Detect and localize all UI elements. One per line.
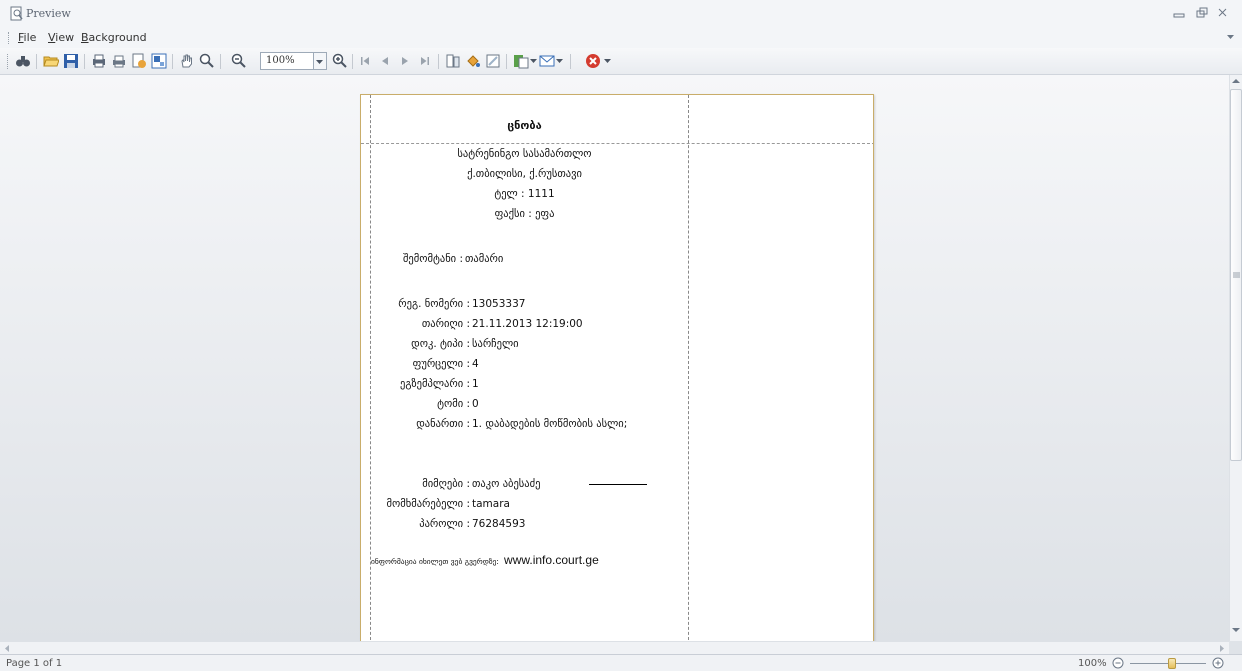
- document-page: ცნობა სატრენინგო სასამართლო ქ.თბილისი, ქ…: [360, 94, 874, 654]
- toolbar-separator: [570, 54, 571, 69]
- window-title: Preview: [26, 7, 71, 20]
- scrollbar-thumb[interactable]: [1230, 89, 1242, 461]
- submitter-value: თამარი: [465, 253, 504, 265]
- field-label: დანართი :: [416, 418, 470, 430]
- info-url: www.info.court.ge: [504, 553, 599, 567]
- field-value: 13053337: [472, 298, 526, 310]
- field-label: ეგზემპლარი :: [399, 378, 470, 390]
- restore-icon[interactable]: [1192, 5, 1210, 21]
- zoom-slider-thumb[interactable]: [1168, 658, 1176, 669]
- minimize-icon[interactable]: [1170, 5, 1188, 21]
- scroll-down-icon[interactable]: [1232, 627, 1240, 633]
- last-page-icon[interactable]: [416, 52, 434, 70]
- title-bar: Preview: [0, 0, 1242, 28]
- submitter-label: შემომტანი :: [403, 253, 463, 265]
- toolbar-separator: [220, 54, 221, 69]
- field-value: 1. დაბადების მოწმობის ასლი;: [472, 418, 628, 430]
- menu-background[interactable]: Background: [81, 31, 147, 44]
- field-label: დოკ. ტიპი :: [411, 338, 470, 350]
- zoom-input[interactable]: 100%: [260, 52, 314, 70]
- preview-workspace[interactable]: ცნობა სატრენინგო სასამართლო ქ.თბილისი, ქ…: [0, 75, 1229, 654]
- multiple-pages-icon[interactable]: [444, 52, 462, 70]
- grip-icon: [1233, 272, 1240, 278]
- court-fax: ფაქსი : ეფა: [494, 208, 555, 220]
- zoom-dropdown-button[interactable]: [314, 52, 327, 70]
- page-divider: [688, 95, 689, 653]
- receiver-label: მიმღები :: [422, 478, 470, 490]
- status-bar: Page 1 of 1 100%: [0, 654, 1242, 671]
- scroll-up-icon[interactable]: [1232, 78, 1240, 84]
- zoom-out-icon[interactable]: [230, 52, 248, 70]
- next-page-icon[interactable]: [396, 52, 414, 70]
- menu-view[interactable]: View: [48, 31, 74, 44]
- password-value: 76284593: [472, 518, 526, 530]
- open-folder-icon[interactable]: [42, 52, 60, 70]
- user-label: მომხმარებელი :: [386, 498, 470, 510]
- page-indicator: Page 1 of 1: [6, 658, 63, 669]
- field-label: ფურცელი :: [412, 358, 470, 370]
- toolbar-separator: [506, 54, 507, 69]
- find-icon[interactable]: [14, 52, 32, 70]
- password-label: პაროლი :: [419, 518, 470, 530]
- header-divider: [361, 143, 873, 144]
- field-label: თარიღი :: [421, 318, 470, 330]
- menu-overflow-icon[interactable]: [1227, 34, 1234, 40]
- save-icon[interactable]: [62, 52, 80, 70]
- zoom-in-circle-icon[interactable]: [1212, 657, 1224, 669]
- zoom-level: 100%: [1078, 658, 1107, 669]
- close-preview-icon[interactable]: [584, 52, 602, 70]
- menu-bar: File View Background: [0, 28, 1242, 48]
- email-dropdown-icon[interactable]: [554, 52, 564, 70]
- user-value: tamara: [472, 498, 510, 510]
- court-address: ქ.თბილისი, ქ.რუსთავი: [467, 168, 582, 180]
- signature-line: [589, 484, 647, 485]
- field-value: 0: [472, 398, 479, 410]
- zoom-in-icon[interactable]: [331, 52, 349, 70]
- paint-bucket-icon[interactable]: [464, 52, 482, 70]
- field-label: რეგ. ნომერი :: [398, 298, 470, 310]
- zoom-out-circle-icon[interactable]: [1112, 657, 1124, 669]
- print-setup-icon[interactable]: [90, 52, 108, 70]
- info-line: ინფორმაცია იხილეთ ვებ გვერდზე: www.info.…: [371, 549, 599, 568]
- field-value: 21.11.2013 12:19:00: [472, 318, 583, 330]
- hand-tool-icon[interactable]: [178, 52, 196, 70]
- toolbar-separator: [172, 54, 173, 69]
- page-setup-icon[interactable]: [130, 52, 148, 70]
- field-value: სარჩელი: [472, 338, 519, 350]
- toolbar-separator: [438, 54, 439, 69]
- info-prefix: ინფორმაცია იხილეთ ვებ გვერდზე:: [371, 557, 499, 566]
- toolbar-grip: [7, 54, 8, 69]
- field-value: 1: [472, 378, 479, 390]
- export-dropdown-icon[interactable]: [528, 52, 538, 70]
- chevron-down-icon: [316, 60, 323, 64]
- scroll-left-icon[interactable]: [4, 645, 10, 652]
- scale-icon[interactable]: [150, 52, 168, 70]
- print-icon[interactable]: [110, 52, 128, 70]
- vertical-scrollbar[interactable]: [1229, 75, 1242, 641]
- toolbar-overflow-icon[interactable]: [602, 52, 612, 70]
- toolbar-separator: [36, 54, 37, 69]
- horizontal-scrollbar[interactable]: [0, 641, 1229, 654]
- close-window-icon[interactable]: [1214, 5, 1232, 21]
- first-page-icon[interactable]: [356, 52, 374, 70]
- field-value: 4: [472, 358, 479, 370]
- magnifier-icon[interactable]: [198, 52, 216, 70]
- menu-file[interactable]: File: [18, 31, 36, 44]
- toolbar-separator: [352, 54, 353, 69]
- field-label: ტომი :: [437, 398, 470, 410]
- toolbar: [0, 48, 1242, 75]
- watermark-icon[interactable]: [484, 52, 502, 70]
- scroll-right-icon[interactable]: [1219, 645, 1225, 652]
- previous-page-icon[interactable]: [376, 52, 394, 70]
- toolbar-separator: [84, 54, 85, 69]
- document-heading: ცნობა: [507, 119, 542, 132]
- menu-grip: [8, 32, 10, 44]
- court-name: სატრენინგო სასამართლო: [457, 148, 592, 160]
- court-phone: ტელ : 1111: [494, 188, 555, 200]
- preview-app-icon: [10, 6, 23, 21]
- receiver-value: თაკო აბესაძე: [472, 478, 541, 490]
